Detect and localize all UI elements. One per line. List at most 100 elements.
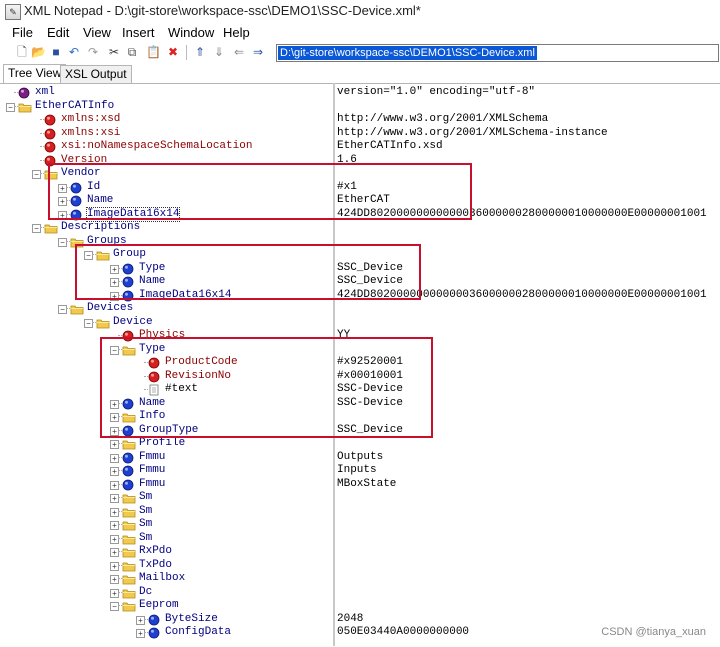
tree-row[interactable]: xmlns:xsd http://www.w3.org/2001/XMLSchem…	[0, 113, 720, 127]
node-name[interactable]: Fmmu	[139, 478, 165, 491]
expand-icon[interactable]: +	[110, 440, 119, 449]
tree-row[interactable]: + Profile	[0, 437, 720, 451]
node-value[interactable]: Inputs	[337, 464, 718, 477]
folder-icon	[122, 546, 136, 558]
expand-icon[interactable]: +	[110, 467, 119, 476]
paste-icon[interactable]: 📋	[146, 45, 161, 59]
tree-row[interactable]: − Descriptions	[0, 221, 720, 235]
node-value[interactable]: MBoxState	[337, 478, 718, 491]
expand-icon[interactable]: +	[110, 521, 119, 530]
tree-row[interactable]: + RxPdo	[0, 545, 720, 559]
tree-row[interactable]: − EtherCATInfo	[0, 100, 720, 114]
node-name[interactable]: Descriptions	[61, 221, 140, 234]
node-name[interactable]: ByteSize	[165, 613, 218, 626]
tree-row[interactable]: + Sm	[0, 532, 720, 546]
tree-row[interactable]: + Fmmu Inputs	[0, 464, 720, 478]
node-name[interactable]: xml	[35, 86, 55, 99]
node-name[interactable]: Dc	[139, 586, 152, 599]
node-value[interactable]: version="1.0" encoding="utf-8"	[337, 86, 718, 99]
node-name[interactable]: xmlns:xsi	[61, 127, 120, 140]
tree-row[interactable]: − Device	[0, 316, 720, 330]
expand-icon[interactable]: +	[110, 548, 119, 557]
group-highlight-box	[75, 244, 421, 300]
node-name[interactable]: Fmmu	[139, 464, 165, 477]
tree-row[interactable]: + Sm	[0, 505, 720, 519]
menu-edit[interactable]: Edit	[47, 25, 69, 40]
new-file-icon[interactable]: 🗋	[15, 45, 29, 59]
node-name[interactable]: Profile	[139, 437, 185, 450]
open-folder-icon[interactable]: 📂	[31, 45, 46, 59]
tree-row[interactable]: − Eeprom	[0, 599, 720, 613]
nudge-left-icon[interactable]: ⇐	[232, 45, 246, 59]
node-name[interactable]: Devices	[87, 302, 133, 315]
node-value[interactable]: http://www.w3.org/2001/XMLSchema	[337, 113, 718, 126]
node-name[interactable]: Fmmu	[139, 451, 165, 464]
undo-icon[interactable]: ↶	[67, 45, 81, 59]
node-value[interactable]: Outputs	[337, 451, 718, 464]
delete-icon[interactable]: ✖	[166, 45, 180, 59]
save-icon[interactable]: ■	[49, 45, 63, 59]
node-value[interactable]: http://www.w3.org/2001/XMLSchema-instanc…	[337, 127, 718, 140]
menu-view[interactable]: View	[83, 25, 111, 40]
tree-row[interactable]: − Devices	[0, 302, 720, 316]
expand-icon[interactable]: +	[110, 453, 119, 463]
node-name[interactable]: Device	[113, 316, 153, 329]
node-name[interactable]: Sm	[139, 491, 152, 504]
location-field[interactable]: D:\git-store\workspace-ssc\DEMO1\SSC-Dev…	[276, 44, 719, 62]
node-name[interactable]: Mailbox	[139, 572, 185, 585]
node-name[interactable]: TxPdo	[139, 559, 172, 572]
menu-file[interactable]: File	[12, 25, 33, 40]
collapse-icon[interactable]: −	[58, 237, 67, 247]
node-name[interactable]: Sm	[139, 518, 152, 531]
expand-icon[interactable]: +	[110, 534, 119, 544]
title-bar: ✎ XML Notepad - D:\git-store\workspace-s…	[0, 0, 720, 22]
expand-icon[interactable]: +	[110, 588, 119, 598]
node-name[interactable]: xsi:noNamespaceSchemaLocation	[61, 140, 252, 153]
collapse-icon[interactable]: −	[110, 602, 119, 611]
node-name[interactable]: RxPdo	[139, 545, 172, 558]
copy-icon[interactable]: ⧉	[125, 45, 139, 59]
node-name[interactable]: Eeprom	[139, 599, 179, 612]
tree-row[interactable]: + Dc	[0, 586, 720, 600]
node-name[interactable]: ConfigData	[165, 626, 231, 639]
tree-row[interactable]: xmlns:xsi http://www.w3.org/2001/XMLSchem…	[0, 127, 720, 141]
expand-icon[interactable]: +	[110, 575, 119, 584]
collapse-icon[interactable]: −	[6, 102, 15, 112]
node-value[interactable]: 2048	[337, 613, 718, 626]
menu-help[interactable]: Help	[223, 25, 250, 40]
collapse-icon[interactable]: −	[58, 305, 67, 314]
node-name[interactable]: xmlns:xsd	[61, 113, 120, 126]
node-value[interactable]: EtherCATInfo.xsd	[337, 140, 718, 153]
tree-row[interactable]: + TxPdo	[0, 559, 720, 573]
node-name[interactable]: EtherCATInfo	[35, 100, 114, 113]
tree-row[interactable]: xml version="1.0" encoding="utf-8"	[0, 86, 720, 100]
expand-icon[interactable]: +	[110, 507, 119, 517]
collapse-icon[interactable]: −	[84, 318, 93, 328]
menu-window[interactable]: Window	[168, 25, 214, 40]
expand-icon[interactable]: +	[110, 561, 119, 571]
tree-row[interactable]: xsi:noNamespaceSchemaLocation EtherCATInf…	[0, 140, 720, 154]
collapse-icon[interactable]: −	[32, 224, 41, 233]
collapse-icon[interactable]: −	[32, 170, 41, 179]
tab-tree-view[interactable]: Tree View	[3, 64, 67, 84]
redo-icon[interactable]: ↷	[86, 45, 100, 59]
tree-row[interactable]: + ByteSize 2048	[0, 613, 720, 627]
tree-row[interactable]: + Sm	[0, 491, 720, 505]
expand-icon[interactable]: +	[110, 494, 119, 503]
tree-row[interactable]: + Fmmu MBoxState	[0, 478, 720, 492]
expand-icon[interactable]: +	[136, 629, 145, 638]
cut-icon[interactable]: ✂	[107, 45, 121, 59]
tree-row[interactable]: + Fmmu Outputs	[0, 451, 720, 465]
nudge-right-icon[interactable]: ⇒	[251, 45, 265, 59]
tree-row[interactable]: + Mailbox	[0, 572, 720, 586]
node-name[interactable]: Sm	[139, 505, 152, 518]
menu-insert[interactable]: Insert	[122, 25, 155, 40]
expand-icon[interactable]: +	[136, 615, 145, 625]
tree-row[interactable]: + Sm	[0, 518, 720, 532]
nudge-up-icon[interactable]: ⇑	[193, 45, 207, 59]
nudge-down-icon[interactable]: ⇓	[212, 45, 226, 59]
tab-xsl-output[interactable]: XSL Output	[60, 65, 132, 83]
expand-icon[interactable]: +	[110, 480, 119, 490]
folder-icon	[122, 519, 136, 531]
node-name[interactable]: Sm	[139, 532, 152, 545]
